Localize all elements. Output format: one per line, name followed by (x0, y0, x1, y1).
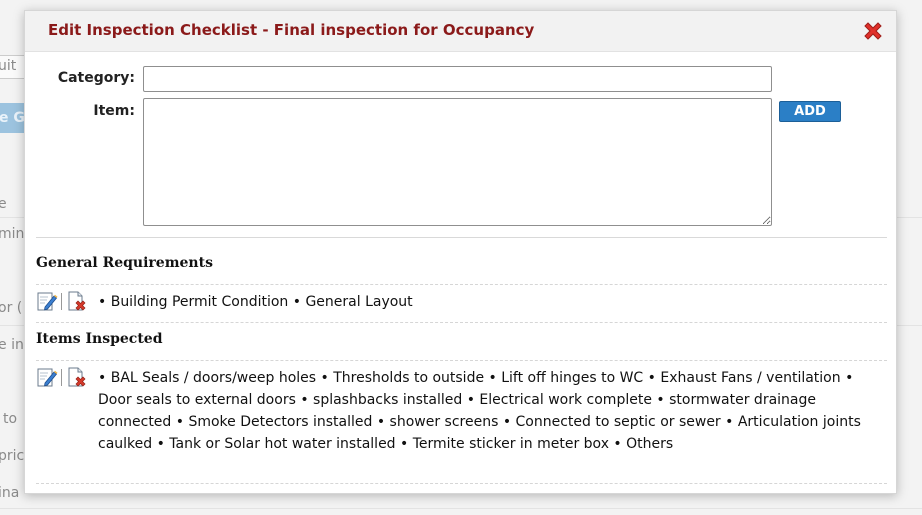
section-divider (36, 360, 887, 361)
background-text: e in (0, 337, 24, 353)
background-text: pric (0, 448, 25, 464)
delete-icon[interactable] (66, 290, 88, 312)
checklist-items-inspected: • BAL Seals / doors/weep holes • Thresho… (98, 370, 861, 452)
add-button[interactable]: ADD (779, 101, 841, 122)
section-divider (36, 284, 887, 285)
close-x-icon[interactable] (862, 20, 884, 42)
item-textarea[interactable] (143, 98, 772, 226)
section-divider (36, 483, 887, 484)
item-label: Item: (93, 103, 135, 119)
edit-icon[interactable] (36, 290, 58, 312)
dialog-header: Edit Inspection Checklist - Final inspec… (25, 11, 896, 52)
icon-separator (61, 293, 62, 310)
row-actions (36, 290, 90, 312)
section-title-items-inspected: Items Inspected (36, 331, 163, 347)
category-label: Category: (57, 70, 135, 86)
icon-separator (61, 369, 62, 386)
form-divider (36, 237, 887, 238)
row-actions (36, 366, 90, 388)
edit-icon[interactable] (36, 366, 58, 388)
delete-icon[interactable] (66, 366, 88, 388)
checklist-items-general: • Building Permit Condition • General La… (98, 294, 413, 310)
background-text: to (3, 411, 18, 427)
edit-checklist-dialog: Edit Inspection Checklist - Final inspec… (24, 10, 897, 494)
background-text: or ( (0, 300, 23, 316)
background-text: e (0, 196, 7, 212)
section-title-general-requirements: General Requirements (36, 255, 213, 271)
background-text: min (0, 226, 25, 242)
category-input[interactable] (143, 66, 772, 92)
background-text: ina (0, 485, 20, 501)
dialog-title: Edit Inspection Checklist - Final inspec… (48, 21, 535, 39)
background-divider (0, 508, 922, 509)
close-button[interactable] (862, 20, 884, 42)
background-text: uit (0, 58, 17, 74)
section-divider (36, 322, 887, 323)
